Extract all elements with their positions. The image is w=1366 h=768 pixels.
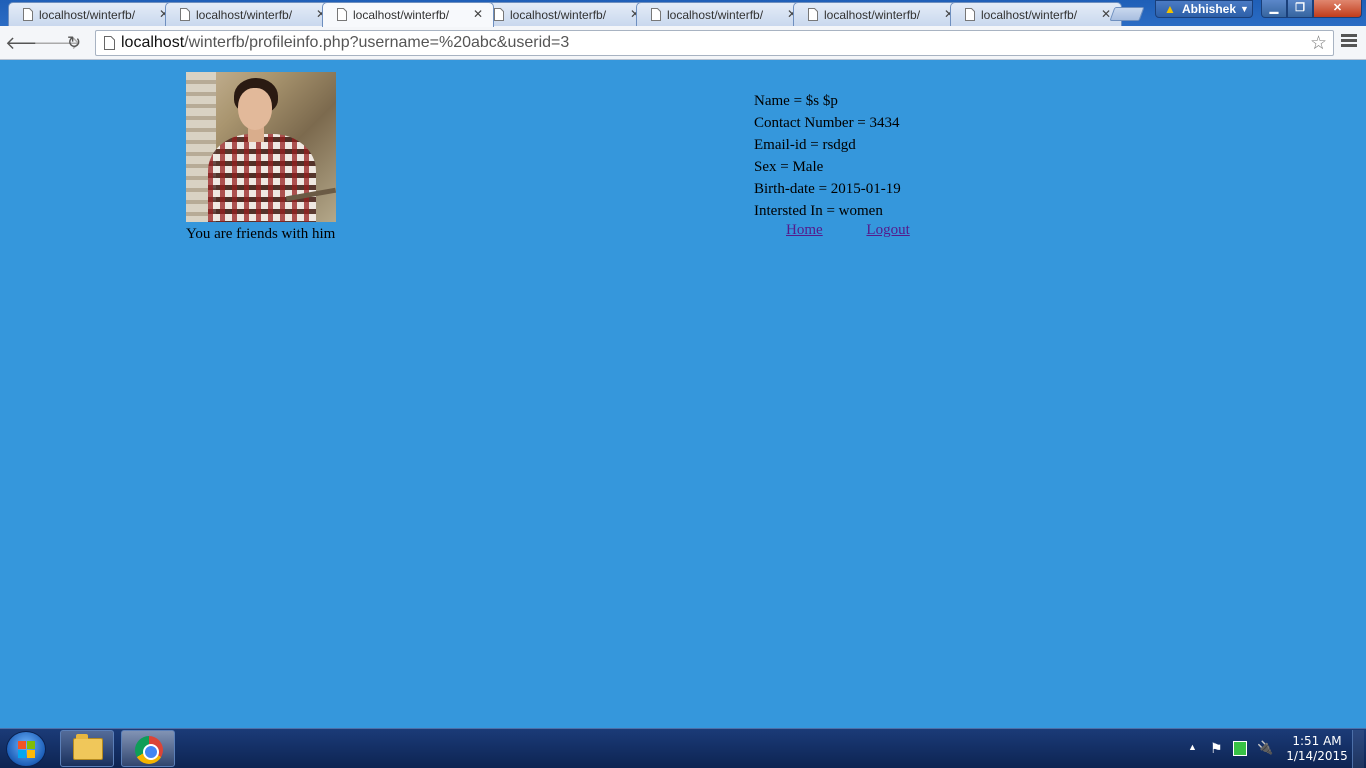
power-icon[interactable]: 🔌 — [1257, 740, 1273, 756]
browser-tab[interactable]: localhost/winterfb/ ✕ — [793, 2, 965, 26]
page-icon — [808, 8, 818, 21]
info-birth-date: Birth-date = 2015-01-19 — [754, 181, 901, 197]
system-tray: ▲ ⚑ 🔌 1:51 AM 1/14/2015 — [1180, 729, 1366, 768]
tab-title: localhost/winterfb/ — [981, 8, 1078, 22]
browser-tab[interactable]: localhost/winterfb/ ✕ — [165, 2, 337, 26]
browser-tab-active[interactable]: localhost/winterfb/ ✕ — [322, 2, 494, 27]
info-email: Email-id = rsdgd — [754, 137, 856, 153]
browser-tab[interactable]: localhost/winterfb/ ✕ — [950, 2, 1122, 26]
page-icon — [337, 8, 347, 21]
page-icon — [651, 8, 661, 21]
clock-date: 1/14/2015 — [1286, 749, 1348, 763]
bookmark-star-icon[interactable]: ☆ — [1310, 32, 1327, 55]
browser-toolbar: 🡐 🡒 ↻ localhost/winterfb/profileinfo.php… — [0, 26, 1366, 60]
tab-title: localhost/winterfb/ — [667, 8, 764, 22]
browser-tab[interactable]: localhost/winterfb/ ✕ — [636, 2, 808, 26]
chevron-down-icon: ▼ — [1240, 4, 1249, 14]
menu-icon[interactable] — [1341, 34, 1357, 50]
warning-icon: ▲ — [1164, 2, 1176, 16]
maximize-button[interactable]: ❐ — [1287, 0, 1313, 18]
page-icon — [104, 36, 115, 50]
info-name: Name = $s $p — [754, 93, 838, 109]
tab-title: localhost/winterfb/ — [196, 8, 293, 22]
reload-icon[interactable]: ↻ — [62, 31, 86, 55]
tab-strip: localhost/winterfb/ ✕ localhost/winterfb… — [0, 0, 1366, 27]
info-contact: Contact Number = 3434 — [754, 115, 900, 131]
address-bar[interactable]: localhost/winterfb/profileinfo.php?usern… — [95, 30, 1334, 56]
minimize-button[interactable]: ▁ — [1261, 0, 1287, 18]
url-host: localhost — [121, 34, 185, 51]
taskbar: ▲ ⚑ 🔌 1:51 AM 1/14/2015 — [0, 728, 1366, 768]
show-hidden-icons-icon[interactable]: ▲ — [1188, 742, 1197, 752]
tab-title: localhost/winterfb/ — [39, 8, 136, 22]
info-interested-in: Intersted In = women — [754, 203, 883, 219]
profile-info: Name = $s $p Contact Number = 3434 Email… — [754, 90, 901, 222]
tab-title: localhost/winterfb/ — [510, 8, 607, 22]
page-icon — [23, 8, 33, 21]
clock[interactable]: 1:51 AM 1/14/2015 — [1282, 734, 1352, 764]
windows-start-icon[interactable] — [6, 731, 46, 767]
action-center-flag-icon[interactable]: ⚑ — [1210, 740, 1223, 757]
chrome-icon — [135, 736, 163, 764]
network-icon[interactable] — [1233, 741, 1247, 756]
close-window-button[interactable]: ✕ — [1313, 0, 1362, 18]
profile-photo — [186, 72, 336, 222]
tab-close-icon[interactable]: ✕ — [473, 7, 483, 21]
page-icon — [965, 8, 975, 21]
home-link[interactable]: Home — [786, 222, 823, 238]
back-arrow-icon[interactable]: 🡐 — [5, 31, 53, 55]
info-sex: Sex = Male — [754, 159, 824, 175]
tab-title: localhost/winterfb/ — [353, 8, 450, 22]
nav-links: Home Logout — [786, 222, 910, 239]
logout-link[interactable]: Logout — [866, 222, 909, 238]
page-icon — [180, 8, 190, 21]
clock-time: 1:51 AM — [1292, 734, 1342, 748]
tab-title: localhost/winterfb/ — [824, 8, 921, 22]
show-desktop-button[interactable] — [1352, 730, 1364, 768]
browser-tab[interactable]: localhost/winterfb/ ✕ — [479, 2, 651, 26]
page-content: You are friends with him Name = $s $p Co… — [0, 61, 1366, 728]
url-path: /winterfb/profileinfo.php?username=%20ab… — [184, 34, 570, 51]
url-text: localhost/winterfb/profileinfo.php?usern… — [121, 34, 569, 52]
new-tab-button[interactable] — [1109, 7, 1145, 21]
friend-status-text: You are friends with him — [186, 226, 336, 242]
page-icon — [494, 8, 504, 21]
profile-name: Abhishek — [1182, 2, 1237, 16]
browser-tab[interactable]: localhost/winterfb/ ✕ — [8, 2, 180, 26]
explorer-taskbar-button[interactable] — [60, 730, 114, 767]
chrome-taskbar-button[interactable] — [121, 730, 175, 767]
folder-icon — [73, 734, 103, 760]
profile-button[interactable]: ▲ Abhishek ▼ — [1155, 0, 1253, 18]
forward-arrow-icon[interactable]: 🡒 — [33, 31, 81, 55]
